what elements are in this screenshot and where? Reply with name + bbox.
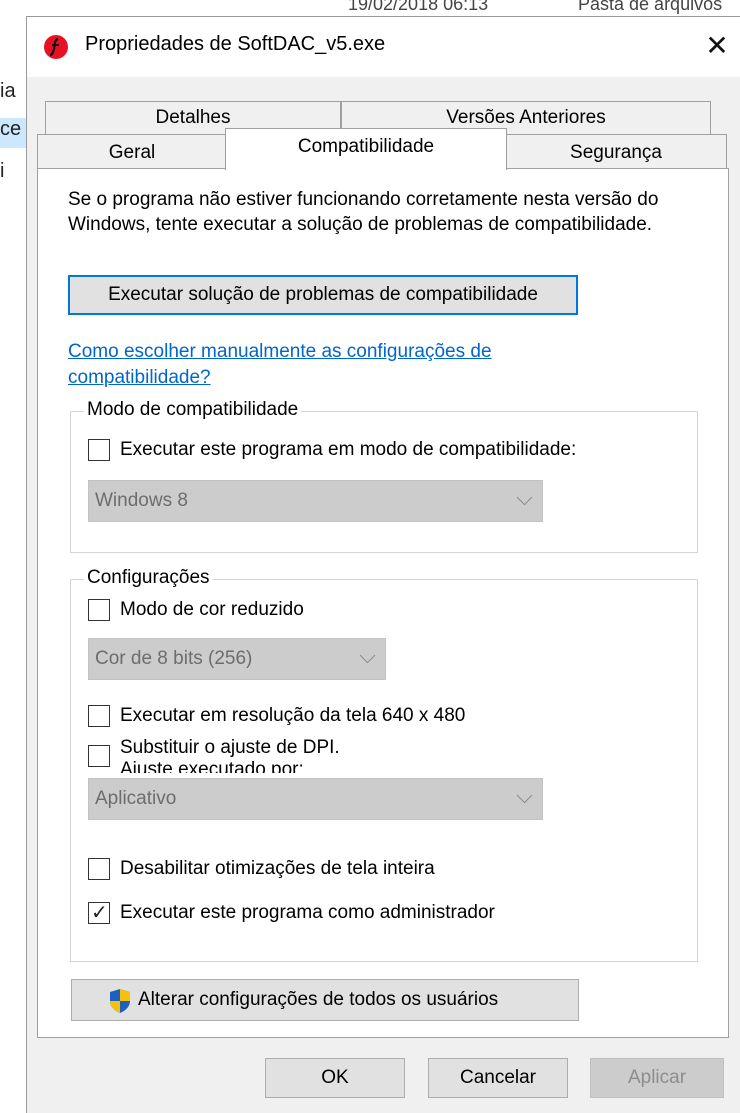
compatibility-mode-checkbox[interactable] bbox=[88, 439, 110, 461]
change-all-users-button[interactable]: Alterar configurações de todos os usuári… bbox=[71, 979, 579, 1021]
close-icon[interactable]: ✕ bbox=[694, 23, 740, 69]
dpi-override-sublabel: Ajuste executado por: bbox=[120, 759, 304, 773]
dpi-scaling-select[interactable]: Aplicativo bbox=[88, 778, 543, 820]
background-date: 19/02/2018 06:13 bbox=[348, 0, 489, 14]
apply-button[interactable]: Aplicar bbox=[590, 1058, 724, 1098]
dpi-scaling-value: Aplicativo bbox=[95, 788, 177, 809]
run-as-admin-checkbox[interactable]: ✓ bbox=[88, 902, 110, 924]
tab-compatibilidade[interactable]: Compatibilidade bbox=[225, 128, 507, 170]
manual-settings-link[interactable]: Como escolher manualmente as configuraçõ… bbox=[68, 339, 588, 391]
resolution-row[interactable]: Executar em resolução da tela 640 x 480 bbox=[88, 705, 568, 731]
cancel-button[interactable]: Cancelar bbox=[428, 1058, 568, 1098]
background-fragment: ia bbox=[0, 80, 16, 102]
uac-shield-icon bbox=[110, 989, 130, 1013]
app-icon bbox=[44, 35, 68, 59]
title-bar: Propriedades de SoftDAC_v5.exe ✕ bbox=[27, 17, 740, 77]
resolution-checkbox[interactable] bbox=[88, 705, 110, 727]
chevron-down-icon bbox=[359, 647, 376, 664]
compatibility-panel: Se o programa não estiver funcionando co… bbox=[37, 168, 729, 1038]
chevron-down-icon bbox=[516, 489, 533, 506]
properties-dialog: Propriedades de SoftDAC_v5.exe ✕ Detalhe… bbox=[26, 16, 740, 1113]
color-depth-select[interactable]: Cor de 8 bits (256) bbox=[88, 638, 386, 680]
resolution-label: Executar em resolução da tela 640 x 480 bbox=[120, 705, 466, 726]
change-all-users-label: Alterar configurações de todos os usuári… bbox=[138, 989, 499, 1010]
background-fragment: i bbox=[0, 160, 5, 182]
settings-legend: Configurações bbox=[84, 567, 213, 589]
intro-text: Se o programa não estiver funcionando co… bbox=[68, 189, 659, 235]
dpi-override-row[interactable]: Substituir o ajuste de DPI. Ajuste execu… bbox=[88, 737, 508, 773]
dialog-title: Propriedades de SoftDAC_v5.exe bbox=[85, 33, 386, 55]
troubleshoot-button[interactable]: Executar solução de problemas de compati… bbox=[68, 275, 578, 315]
checkmark-icon: ✓ bbox=[91, 902, 108, 924]
color-depth-value: Cor de 8 bits (256) bbox=[95, 648, 253, 669]
background-type: Pasta de arquivos bbox=[578, 0, 723, 14]
tab-geral[interactable]: Geral bbox=[37, 134, 227, 169]
dpi-override-checkbox[interactable] bbox=[88, 745, 110, 767]
reduced-color-label: Modo de cor reduzido bbox=[120, 599, 304, 620]
compatibility-mode-label: Executar este programa em modo de compat… bbox=[120, 439, 577, 460]
windows-version-select[interactable]: Windows 8 bbox=[88, 480, 543, 522]
fullscreen-optimizations-checkbox[interactable] bbox=[88, 858, 110, 880]
fullscreen-optimizations-label: Desabilitar otimizações de tela inteira bbox=[120, 858, 435, 879]
compatibility-mode-legend: Modo de compatibilidade bbox=[84, 399, 302, 421]
windows-version-value: Windows 8 bbox=[95, 490, 188, 511]
chevron-down-icon bbox=[516, 787, 533, 804]
compatibility-mode-checkbox-row[interactable]: Executar este programa em modo de compat… bbox=[88, 439, 648, 465]
tab-seguranca[interactable]: Segurança bbox=[505, 134, 727, 169]
run-as-admin-label: Executar este programa como administrado… bbox=[120, 902, 495, 923]
fullscreen-optimizations-row[interactable]: Desabilitar otimizações de tela inteira bbox=[88, 858, 528, 884]
dpi-override-label: Substituir o ajuste de DPI. bbox=[120, 737, 340, 758]
ok-button[interactable]: OK bbox=[265, 1058, 405, 1098]
reduced-color-row[interactable]: Modo de cor reduzido bbox=[88, 599, 408, 625]
reduced-color-checkbox[interactable] bbox=[88, 599, 110, 621]
run-as-admin-row[interactable]: ✓ Executar este programa como administra… bbox=[88, 902, 588, 928]
